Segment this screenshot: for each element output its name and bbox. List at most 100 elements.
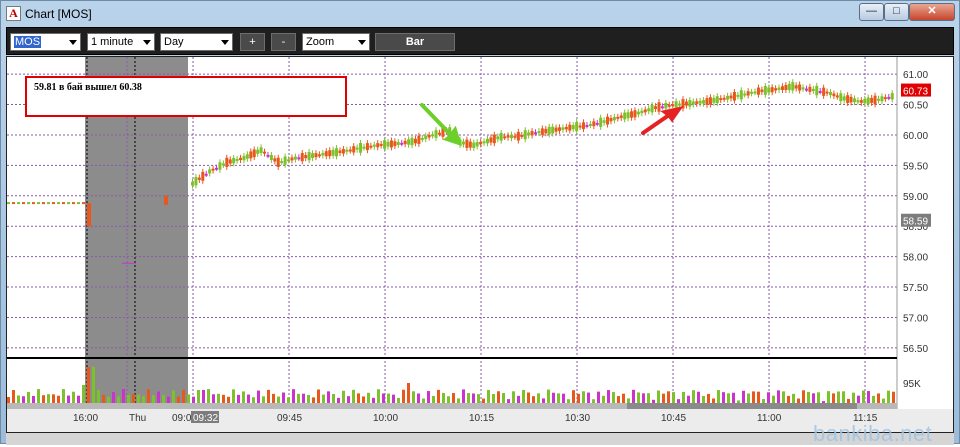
candle <box>17 202 20 205</box>
candle <box>32 202 35 205</box>
volume-bar <box>197 390 200 405</box>
candle <box>228 159 232 164</box>
candle <box>540 128 544 135</box>
range-combo[interactable]: Day <box>160 33 233 51</box>
symbol-combo[interactable]: MOS <box>10 33 81 51</box>
candle <box>465 139 469 148</box>
bar-type-button[interactable]: Bar <box>375 33 455 51</box>
volume-bar <box>147 389 150 405</box>
candle <box>828 92 832 96</box>
zoom-combo[interactable]: Zoom <box>302 33 370 51</box>
candle <box>252 149 256 158</box>
candle <box>606 116 610 125</box>
candle <box>674 101 678 108</box>
candle <box>503 136 507 139</box>
candle <box>290 157 294 161</box>
candle <box>551 126 555 134</box>
candle <box>571 125 575 130</box>
candle <box>461 141 465 145</box>
candle <box>239 157 243 161</box>
candle <box>801 87 805 90</box>
volume-bar <box>607 390 610 405</box>
scrollbar-thumb <box>627 403 857 409</box>
candle <box>568 124 572 131</box>
candle <box>839 93 843 102</box>
candle <box>756 87 760 95</box>
volume-bar <box>547 389 550 405</box>
candle <box>787 83 791 90</box>
volume-bar <box>487 389 490 405</box>
app-logo-icon: A <box>6 6 21 21</box>
candle <box>348 149 352 152</box>
candle <box>726 95 730 100</box>
volume-bar <box>267 389 270 405</box>
price-tick-label: 61.00 <box>903 70 928 81</box>
interval-combo[interactable]: 1 minute <box>87 33 155 51</box>
zoom-out-button[interactable]: - <box>271 33 296 51</box>
candle <box>770 87 774 93</box>
candle <box>777 87 781 90</box>
candle <box>7 202 10 205</box>
candle <box>619 115 623 118</box>
time-tick-label: 11:00 <box>757 413 782 424</box>
candle <box>509 134 513 139</box>
maximize-button[interactable]: □ <box>884 3 909 21</box>
close-button[interactable]: ✕ <box>909 3 955 21</box>
candle <box>245 154 249 159</box>
candle <box>534 132 537 135</box>
candle <box>520 134 524 137</box>
candle <box>702 100 706 104</box>
candle <box>883 97 887 100</box>
candle <box>636 111 640 115</box>
candle <box>650 105 654 113</box>
time-tick-label: 16:00 <box>73 413 98 424</box>
candle <box>873 95 877 105</box>
candle <box>753 91 757 94</box>
candle <box>846 95 850 103</box>
candle <box>750 91 754 94</box>
candle <box>77 202 80 205</box>
candle <box>52 202 55 205</box>
candle <box>400 142 404 145</box>
zoom-in-button[interactable]: + <box>240 33 265 51</box>
candle <box>218 162 222 170</box>
candle <box>47 202 50 205</box>
candle <box>640 110 644 114</box>
candle <box>335 148 339 157</box>
candle <box>863 98 867 104</box>
minimize-button[interactable]: — <box>859 3 884 21</box>
candle <box>564 126 568 130</box>
candle <box>527 132 531 136</box>
annotation-box: 59.81 в бай вышел 60.38 <box>25 76 347 117</box>
candle <box>424 135 428 140</box>
volume-bar <box>572 390 575 405</box>
candle <box>499 132 503 141</box>
price-tick-label: 59.50 <box>903 161 928 172</box>
volume-bar <box>12 390 15 405</box>
candle <box>643 109 647 113</box>
price-tick-label: 60.50 <box>903 101 928 112</box>
time-tick-label: 10:45 <box>661 413 686 424</box>
candle <box>283 156 287 165</box>
candle <box>791 82 795 91</box>
candle <box>345 149 349 152</box>
candle <box>87 203 91 227</box>
candle <box>417 135 421 144</box>
candle <box>582 122 586 130</box>
candle <box>293 156 297 160</box>
candle <box>355 147 359 150</box>
chart-panel[interactable]: 61.00 60.50 60.00 59.50 59.00 58.50 58.00 57.50… <box>6 56 954 433</box>
candle <box>561 127 565 130</box>
volume-bar <box>202 390 205 405</box>
candle <box>331 149 335 156</box>
candle <box>194 177 198 186</box>
title-bar[interactable]: A Chart [MOS] — □ ✕ <box>1 1 960 27</box>
time-tick-label: 10:15 <box>469 413 494 424</box>
candle <box>249 151 253 159</box>
candle <box>37 202 40 205</box>
candle <box>215 167 219 170</box>
candle <box>887 96 891 99</box>
candle <box>300 152 304 162</box>
candle <box>530 131 534 136</box>
time-tick-label: 09:32 <box>193 413 218 424</box>
